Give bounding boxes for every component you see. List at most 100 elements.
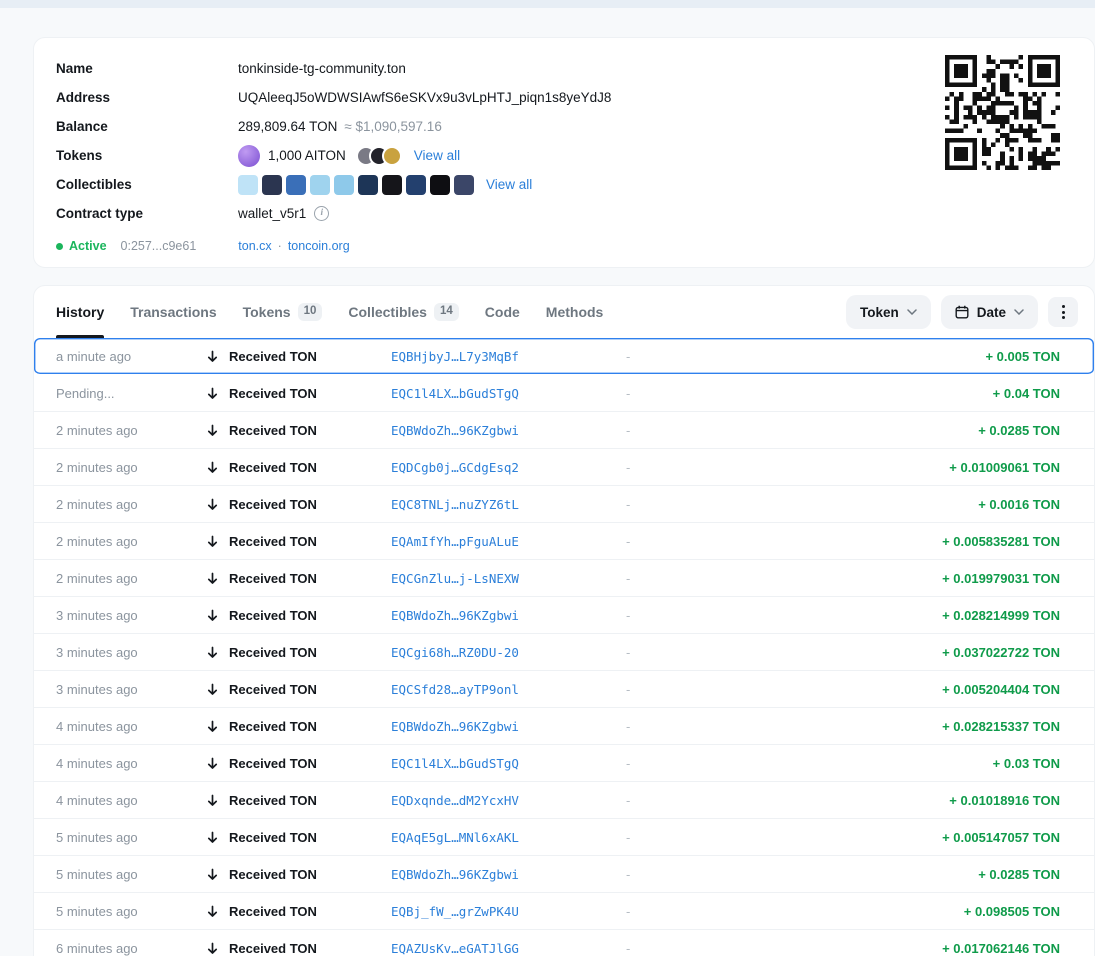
transaction-row[interactable]: 4 minutes ago Received TON EQDxqnde…dM2Y… [34,782,1094,819]
tabs: History Transactions Tokens 10 Collectibles 1… [56,286,603,338]
collectible-thumb[interactable] [406,174,426,195]
tx-memo: - [626,607,631,623]
tx-action-label: Received TON [229,792,317,808]
collectible-thumb[interactable] [430,174,450,195]
token-filter-button[interactable]: Token [845,295,931,329]
tx-address-link[interactable]: EQBWdoZh…96KZgbwi [391,608,626,623]
collectible-thumb[interactable] [334,174,354,195]
collectible-thumb[interactable] [310,174,330,195]
collectible-thumb[interactable] [286,174,306,195]
tx-action-label: Received TON [229,903,317,919]
tx-address-link[interactable]: EQAZUsKv…eGATJlGG [391,941,626,956]
tx-address-link[interactable]: EQAqE5gL…MNl6xAKL [391,830,626,845]
transaction-row[interactable]: 5 minutes ago Received TON EQAqE5gL…MNl6… [34,819,1094,856]
tx-amount: + 0.098505 TON [963,903,1060,919]
tx-amount: + 0.037022722 TON [942,644,1060,660]
tab-label: Code [484,304,520,320]
status-row: Active 0:257...c9e61 ton.cx · toncoin.or… [56,237,1072,255]
tab-label: Tokens [242,304,291,320]
tx-action-label: Received TON [229,570,317,586]
tx-address-link[interactable]: EQC1l4LX…bGudSTgQ [391,386,626,401]
received-arrow-icon [207,609,218,621]
transaction-row[interactable]: 2 minutes ago Received TON EQAmIfYh…pFgu… [34,523,1094,560]
received-arrow-icon [207,831,218,843]
tab-label: Methods [545,304,604,320]
collectibles-row: Collectibles View all [56,170,1072,199]
transaction-row[interactable]: 3 minutes ago Received TON EQBWdoZh…96KZ… [34,597,1094,634]
tx-address-link[interactable]: EQAmIfYh…pFguALuE [391,534,626,549]
transaction-row[interactable]: 4 minutes ago Received TON EQC1l4LX…bGud… [34,745,1094,782]
contract-type-row: Contract type wallet_v5r1 i [56,199,1072,228]
collectible-thumb[interactable] [454,174,474,195]
tx-time: 5 minutes ago [56,866,138,882]
tab-collectibles[interactable]: Collectibles 14 [348,286,459,338]
tx-memo: - [626,829,631,845]
collectibles-view-all-link[interactable]: View all [486,177,532,192]
more-menu-button[interactable] [1048,297,1078,327]
transaction-row[interactable]: Pending... Received TON EQC1l4LX…bGudSTg… [34,375,1094,412]
tx-action-label: Received TON [229,496,317,512]
received-arrow-icon [207,350,218,362]
transaction-row[interactable]: 3 minutes ago Received TON EQCgi68h…RZ0D… [34,634,1094,671]
tab-label: Collectibles [348,304,427,320]
transaction-row[interactable]: 5 minutes ago Received TON EQBWdoZh…96KZ… [34,856,1094,893]
tx-action-label: Received TON [229,385,317,401]
tab-methods[interactable]: Methods [546,286,604,338]
transaction-row[interactable]: 2 minutes ago Received TON EQDCgb0j…GCdg… [34,449,1094,486]
transaction-row[interactable]: 5 minutes ago Received TON EQBj_fW_…grZw… [34,893,1094,930]
tx-address-link[interactable]: EQC8TNLj…nuZYZ6tL [391,497,626,512]
tx-address-link[interactable]: EQDxqnde…dM2YcxHV [391,793,626,808]
tx-address-link[interactable]: EQBWdoZh…96KZgbwi [391,867,626,882]
toncoin-link[interactable]: toncoin.org [288,239,350,253]
tx-address-link[interactable]: EQCGnZlu…j-LsNEXW [391,571,626,586]
wallet-info-card: Name tonkinside-tg-community.ton Address… [33,37,1095,268]
tx-amount: + 0.04 TON [992,385,1060,401]
tab-tokens[interactable]: Tokens 10 [243,286,323,338]
tx-address-link[interactable]: EQCgi68h…RZ0DU-20 [391,645,626,660]
tokens-row: Tokens 1,000 AITON View all [56,141,1072,170]
received-arrow-icon [207,905,218,917]
tx-time: a minute ago [56,348,132,364]
transaction-row[interactable]: 4 minutes ago Received TON EQBWdoZh…96KZ… [34,708,1094,745]
tx-address-link[interactable]: EQBWdoZh…96KZgbwi [391,423,626,438]
tx-action-label: Received TON [229,718,317,734]
collectible-thumb[interactable] [358,174,378,195]
tab-code[interactable]: Code [485,286,520,338]
tab-transactions[interactable]: Transactions [130,286,216,338]
tx-amount: + 0.028214999 TON [942,607,1060,623]
tx-address-link[interactable]: EQDCgb0j…GCdgEsq2 [391,460,626,475]
tx-amount: + 0.0285 TON [978,422,1060,438]
collectible-thumb[interactable] [238,174,258,195]
transaction-row[interactable]: a minute ago Received TON EQBHjbyJ…L7y3M… [34,338,1094,375]
tx-amount: + 0.0016 TON [978,496,1060,512]
filters-toolbar: Token Date [845,295,1078,329]
info-icon[interactable]: i [314,206,330,221]
tx-amount: + 0.005835281 TON [942,533,1060,549]
received-arrow-icon [207,572,218,584]
collectible-thumb[interactable] [382,174,402,195]
date-filter-label: Date [976,304,1006,320]
tokens-view-all-link[interactable]: View all [414,148,460,163]
transaction-row[interactable]: 6 minutes ago Received TON EQAZUsKv…eGAT… [34,930,1094,956]
tx-action-label: Received TON [229,829,317,845]
balance-usd: ≈ $1,090,597.16 [344,119,442,134]
transaction-row[interactable]: 2 minutes ago Received TON EQC8TNLj…nuZY… [34,486,1094,523]
transaction-row[interactable]: 2 minutes ago Received TON EQBWdoZh…96KZ… [34,412,1094,449]
collectible-thumb[interactable] [262,174,282,195]
tx-address-link[interactable]: EQCSfd28…ayTP9onl [391,682,626,697]
tab-history[interactable]: History [56,286,105,338]
tx-address-link[interactable]: EQBj_fW_…grZwPK4U [391,904,626,919]
tx-action: Received TON [206,386,391,401]
tx-address-link[interactable]: EQBWdoZh…96KZgbwi [391,719,626,734]
date-filter-button[interactable]: Date [940,295,1038,329]
tx-time: 2 minutes ago [56,422,138,438]
tx-action: Received TON [206,867,391,882]
transaction-row[interactable]: 2 minutes ago Received TON EQCGnZlu…j-Ls… [34,560,1094,597]
contract-type-label: Contract type [56,206,144,221]
transaction-row[interactable]: 3 minutes ago Received TON EQCSfd28…ayTP… [34,671,1094,708]
tx-address-link[interactable]: EQC1l4LX…bGudSTgQ [391,756,626,771]
tx-memo: - [626,681,631,697]
active-status: Active [69,239,107,253]
tx-address-link[interactable]: EQBHjbyJ…L7y3MqBf [391,349,626,364]
toncx-link[interactable]: ton.cx [238,239,271,253]
